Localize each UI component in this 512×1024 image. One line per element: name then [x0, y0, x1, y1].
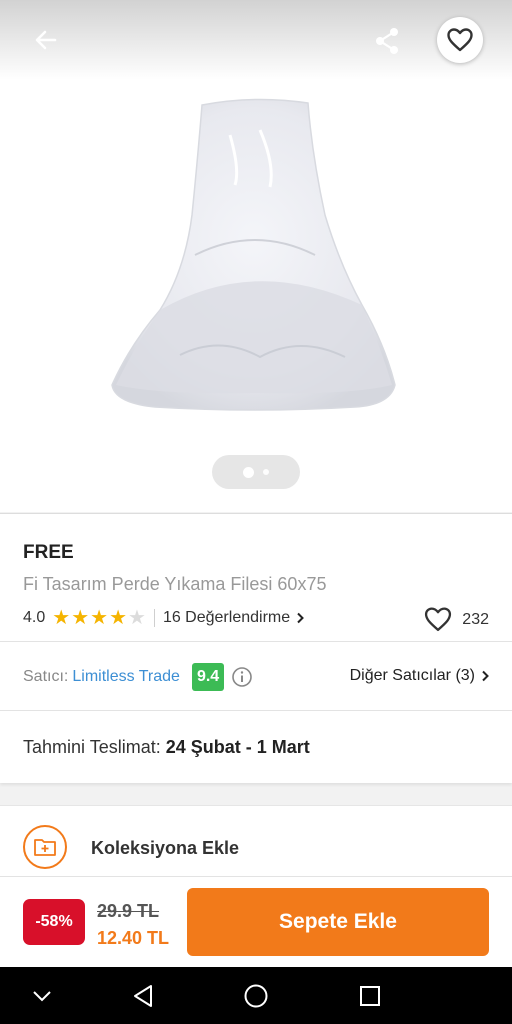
likes[interactable]: 232: [423, 606, 489, 633]
heart-outline-icon: [425, 607, 452, 632]
gallery-pager: [212, 455, 300, 489]
product-title: Fi Tasarım Perde Yıkama Filesi 60x75: [23, 574, 327, 594]
purchase-bar: -58% 29.9 TL 12.40 TL Sepete Ekle: [0, 876, 512, 967]
current-price: 12.40 TL: [97, 928, 170, 948]
collection-label: Koleksiyona Ekle: [91, 838, 240, 858]
divider: [153, 609, 155, 627]
chevron-right-icon: [297, 612, 305, 624]
rating-value: 4.0: [23, 609, 46, 626]
reviews-label: 16 Değerlendirme: [162, 609, 291, 626]
seller-name-link[interactable]: Limitless Trade: [72, 668, 180, 686]
home-circle-icon[interactable]: [241, 981, 271, 1011]
star-icon: ★: [90, 607, 109, 629]
share-icon: [376, 28, 398, 54]
star-icon: ★: [109, 607, 127, 629]
star-icon: ★: [52, 607, 71, 629]
product-gallery[interactable]: [0, 0, 512, 512]
back-triangle-icon[interactable]: [128, 981, 158, 1011]
delivery-dates: 24 Şubat - 1 Mart: [165, 737, 310, 757]
pager-dot: [263, 469, 269, 475]
arrow-left-icon: [35, 30, 57, 50]
star-empty-icon: ★: [128, 607, 146, 629]
seller-label: Satıcı:: [23, 668, 69, 685]
old-price: 29.9 TL: [97, 901, 160, 921]
seller-row: Satıcı: Limitless Trade 9.4 Diğer Satıcı…: [23, 660, 489, 694]
discount-badge: -58%: [23, 899, 85, 945]
pager-dot-active: [243, 466, 254, 478]
divider: [0, 710, 512, 711]
recents-square-icon[interactable]: [355, 981, 385, 1011]
rating-stars: ★ ★ ★ ★ ★: [52, 608, 146, 628]
seller-score-badge: 9.4: [191, 663, 225, 691]
other-sellers-link[interactable]: Diğer Satıcılar (3): [350, 667, 489, 685]
estimated-delivery: Tahmini Teslimat: 24 Şubat - 1 Mart: [23, 737, 310, 758]
product-brand[interactable]: FREE: [23, 542, 74, 564]
divider: [0, 641, 512, 642]
chevron-down-icon[interactable]: [27, 981, 57, 1011]
favorite-button[interactable]: [437, 17, 483, 63]
info-icon[interactable]: [231, 666, 253, 688]
add-to-collection-row[interactable]: Koleksiyona Ekle: [0, 805, 512, 880]
star-icon: ★: [71, 607, 90, 629]
android-nav-bar: [0, 967, 512, 1024]
share-button[interactable]: [366, 20, 408, 62]
product-info-card: FREE Fi Tasarım Perde Yıkama Filesi 60x7…: [0, 513, 512, 783]
other-sellers-label: Diğer Satıcılar (3): [349, 667, 475, 684]
folder-plus-icon: [23, 825, 67, 869]
heart-outline-icon: [447, 28, 473, 52]
likes-count: 232: [462, 610, 489, 628]
chevron-right-icon: [482, 670, 489, 682]
back-button[interactable]: [24, 20, 68, 60]
top-gradient: [0, 0, 512, 80]
product-image[interactable]: [100, 95, 410, 415]
rating-row: 4.0 ★ ★ ★ ★ ★ 16 Değerlendirme 232: [23, 606, 489, 633]
add-to-cart-button[interactable]: Sepete Ekle: [187, 888, 489, 956]
delivery-label: Tahmini Teslimat:: [23, 737, 161, 757]
reviews-link[interactable]: 16 Değerlendirme: [162, 609, 305, 627]
